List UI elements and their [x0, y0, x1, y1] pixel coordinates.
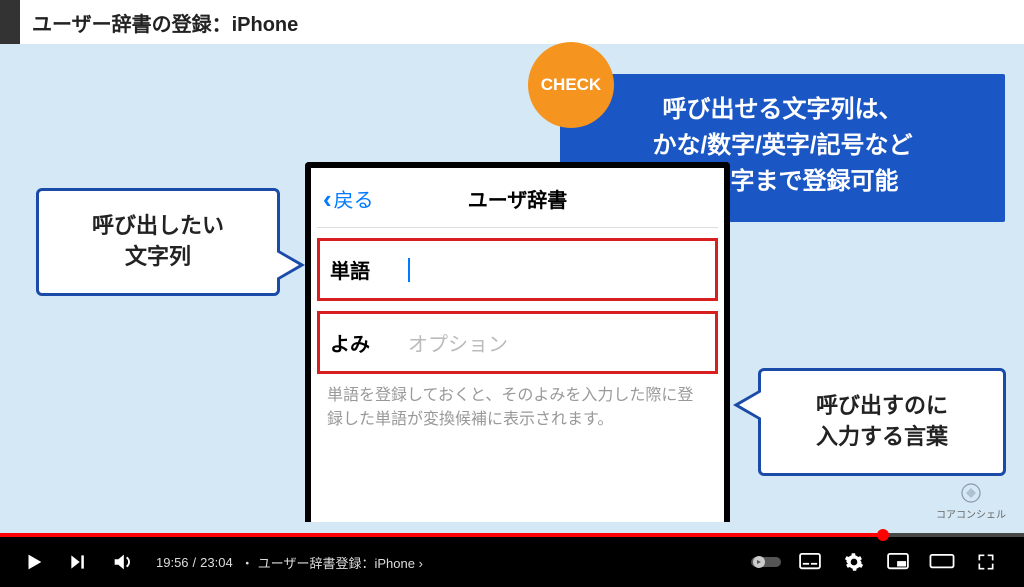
next-icon	[68, 552, 88, 572]
time-display: 19:56 / 23:04 ・ ユーザー辞書登録：iPhone ›	[156, 553, 423, 572]
right-controls	[744, 544, 1008, 580]
fullscreen-button[interactable]	[968, 544, 1004, 580]
theater-button[interactable]	[924, 544, 960, 580]
callout-yomi-text: 呼び出すのに 入力する言葉	[816, 393, 948, 449]
captions-icon	[799, 553, 821, 571]
volume-icon	[111, 551, 133, 573]
yomi-placeholder: オプション	[408, 328, 508, 357]
watermark-icon	[960, 482, 982, 504]
yomi-field-label: よみ	[330, 328, 388, 357]
word-field[interactable]: 単語	[317, 238, 718, 301]
theater-icon	[929, 554, 955, 570]
chevron-left-icon: ‹	[323, 186, 332, 212]
autoplay-toggle[interactable]	[748, 544, 784, 580]
slide-title: ユーザー辞書の登録：iPhone	[32, 8, 298, 37]
phone-nav-title: ユーザ辞書	[468, 184, 568, 213]
check-badge: CHECK	[528, 42, 614, 128]
phone-mockup: ‹ 戻る ユーザ辞書 単語 よみ オプション 単語を登録しておくと、そのよみを入…	[305, 162, 730, 522]
callout-yomi: 呼び出すのに 入力する言葉	[758, 368, 1006, 476]
settings-button[interactable]	[836, 544, 872, 580]
check-badge-label: CHECK	[541, 75, 601, 95]
video-content: ユーザー辞書の登録：iPhone CHECK 呼び出せる文字列は、 かな/数字/…	[0, 0, 1024, 533]
help-text: 単語を登録しておくと、そのよみを入力した際に登録した単語が変換候補に表示されます…	[317, 374, 718, 432]
chapter-title-link[interactable]: ユーザー辞書登録：iPhone ›	[258, 553, 423, 572]
autoplay-icon	[751, 555, 781, 569]
duration: 23:04	[200, 555, 233, 570]
miniplayer-icon	[887, 553, 909, 571]
back-label: 戻る	[334, 184, 374, 213]
chapter-separator: ・	[241, 553, 254, 572]
callout-word-text: 呼び出したい 文字列	[92, 213, 224, 269]
miniplayer-button[interactable]	[880, 544, 916, 580]
callout-word: 呼び出したい 文字列	[36, 188, 280, 296]
watermark-text: コアコンシェル	[936, 510, 1006, 521]
slide-header: ユーザー辞書の登録：iPhone	[0, 0, 1024, 44]
current-time: 19:56	[156, 555, 189, 570]
watermark: コアコンシェル	[936, 482, 1006, 521]
phone-nav-bar: ‹ 戻る ユーザ辞書	[317, 174, 718, 228]
play-icon	[23, 551, 45, 573]
yomi-field[interactable]: よみ オプション	[317, 311, 718, 374]
word-field-label: 単語	[330, 255, 388, 284]
fullscreen-icon	[976, 552, 996, 572]
next-button[interactable]	[60, 544, 96, 580]
captions-button[interactable]	[792, 544, 828, 580]
player-controls: 19:56 / 23:04 ・ ユーザー辞書登録：iPhone ›	[0, 537, 1024, 587]
back-button[interactable]: ‹ 戻る	[323, 184, 374, 213]
chapter-title: ユーザー辞書登録：iPhone	[258, 556, 415, 571]
chevron-right-icon: ›	[419, 556, 423, 571]
volume-button[interactable]	[104, 544, 140, 580]
gear-icon	[844, 552, 864, 572]
text-cursor	[408, 258, 410, 282]
play-button[interactable]	[16, 544, 52, 580]
